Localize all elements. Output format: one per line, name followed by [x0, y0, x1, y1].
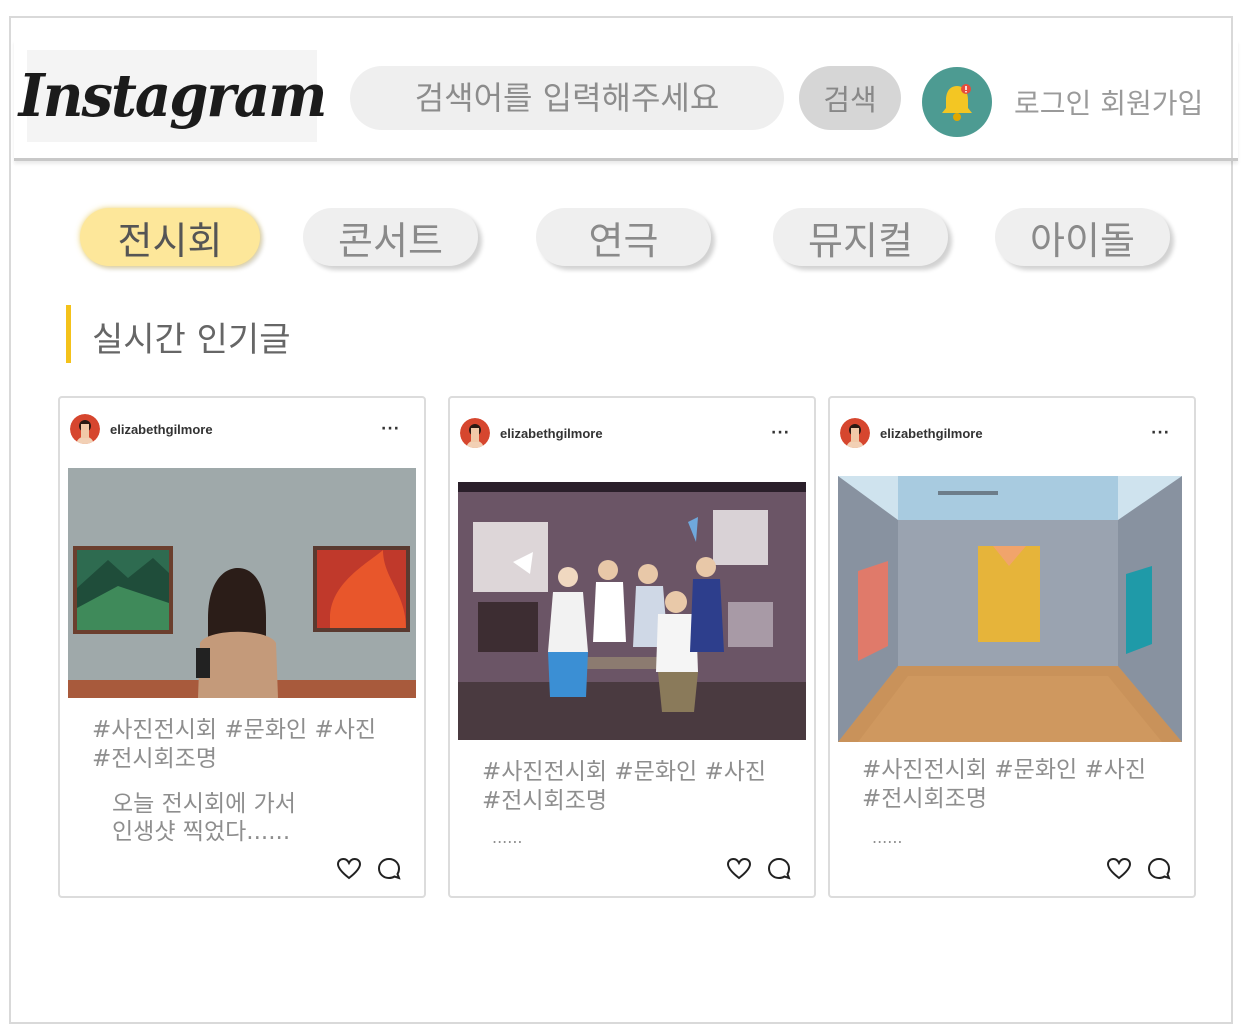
post-tags: #사진전시회 #문화인 #사진 #전시회조명: [862, 756, 1182, 814]
post-tags-line: #사진전시회 #문화인 #사진: [862, 757, 1147, 783]
post-header: elizabethgilmore ···: [460, 418, 804, 448]
post-actions: [726, 856, 792, 882]
comment-icon[interactable]: [1146, 856, 1172, 882]
post-card[interactable]: elizabethgilmore ··· #사진전시회 #문화인 #사진 #전시…: [828, 396, 1196, 898]
post-tags-line: #사진전시회 #문화인 #사진: [92, 717, 377, 743]
post-actions: [336, 856, 402, 882]
post-header: elizabethgilmore ···: [840, 418, 1184, 448]
tab-concert[interactable]: 콘서트: [303, 208, 478, 266]
more-options-icon[interactable]: ···: [771, 425, 804, 441]
post-tags: #사진전시회 #문화인 #사진 #전시회조명: [92, 716, 412, 774]
post-description-line: 오늘 전시회에 가서: [112, 791, 296, 817]
post-description-line: ......: [872, 828, 903, 847]
post-image[interactable]: [68, 468, 416, 698]
section-accent-bar: [66, 305, 71, 363]
post-tags-line: #전시회조명: [482, 788, 608, 814]
post-tags-line: #전시회조명: [92, 746, 218, 772]
post-tags-line: #전시회조명: [862, 786, 988, 812]
post-card[interactable]: elizabethgilmore ··· #사진전시회 #문화인 #사진 #전시…: [58, 396, 426, 898]
search-input[interactable]: [350, 66, 784, 130]
tab-play[interactable]: 연극: [536, 208, 711, 266]
more-options-icon[interactable]: ···: [1151, 425, 1184, 441]
section-title: 실시간 인기글: [92, 320, 291, 360]
avatar[interactable]: [460, 418, 490, 448]
search-button[interactable]: 검색: [799, 66, 901, 130]
tab-exhibition[interactable]: 전시회: [80, 208, 260, 266]
signup-link[interactable]: 회원가입: [1100, 87, 1203, 120]
post-tags-line: #사진전시회 #문화인 #사진: [482, 759, 767, 785]
bell-icon: [942, 84, 972, 121]
username[interactable]: elizabethgilmore: [880, 426, 983, 441]
auth-links: 로그인 회원가입: [1014, 82, 1203, 122]
heart-icon[interactable]: [726, 856, 752, 882]
post-card[interactable]: elizabethgilmore ··· #사진전시회 #문화인 #사진 #전시…: [448, 396, 816, 898]
login-link[interactable]: 로그인: [1014, 87, 1091, 120]
tab-musical[interactable]: 뮤지컬: [773, 208, 948, 266]
post-header: elizabethgilmore ···: [70, 414, 414, 444]
post-image[interactable]: [458, 482, 806, 740]
post-description: 오늘 전시회에 가서 인생샷 찍었다......: [112, 790, 296, 846]
post-description-line: 인생샷 찍었다......: [112, 819, 291, 845]
post-image[interactable]: [838, 476, 1182, 742]
post-actions: [1106, 856, 1172, 882]
avatar[interactable]: [70, 414, 100, 444]
username[interactable]: elizabethgilmore: [500, 426, 603, 441]
post-description: ......: [492, 824, 523, 852]
tab-idol[interactable]: 아이돌: [995, 208, 1170, 266]
logo[interactable]: Instagram: [19, 50, 327, 142]
post-description: ......: [872, 824, 903, 852]
header: Instagram 검색 로그인 회원가입: [14, 40, 1238, 161]
post-description-line: ......: [492, 828, 523, 847]
avatar[interactable]: [840, 418, 870, 448]
logo-text: Instagram: [18, 61, 328, 131]
heart-icon[interactable]: [1106, 856, 1132, 882]
username[interactable]: elizabethgilmore: [110, 422, 213, 437]
more-options-icon[interactable]: ···: [381, 421, 414, 437]
comment-icon[interactable]: [766, 856, 792, 882]
notification-button[interactable]: [922, 67, 992, 137]
heart-icon[interactable]: [336, 856, 362, 882]
comment-icon[interactable]: [376, 856, 402, 882]
post-tags: #사진전시회 #문화인 #사진 #전시회조명: [482, 758, 802, 816]
